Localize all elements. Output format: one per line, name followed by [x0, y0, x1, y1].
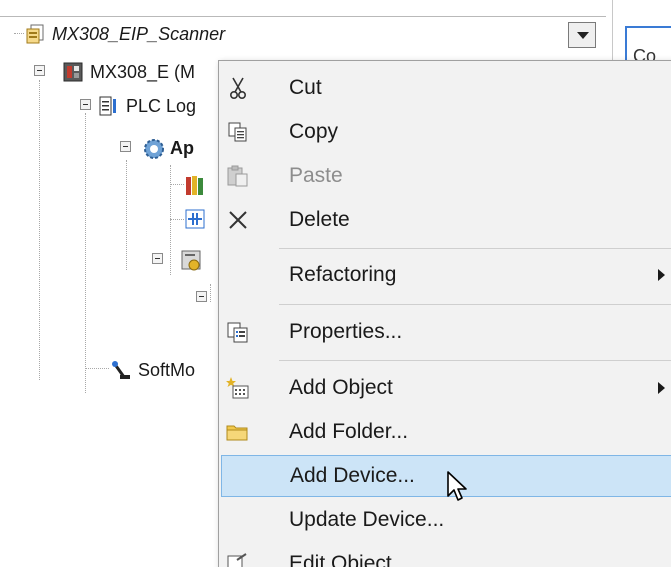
tree-node-softmotion[interactable]: SoftMo [110, 354, 195, 386]
menu-separator [279, 360, 671, 361]
menu-item-label: Update Device... [289, 508, 445, 531]
softmotion-icon [110, 359, 132, 381]
tree-connector [170, 184, 184, 185]
collapse-toggle[interactable] [152, 253, 163, 264]
plc-device-icon [62, 61, 84, 83]
tree-connector [126, 160, 127, 270]
tree-connector [85, 113, 86, 393]
folder-icon [225, 420, 251, 444]
tree-node-io-mapping[interactable] [180, 244, 208, 276]
menu-item-label: Add Folder... [289, 420, 409, 443]
scissors-icon [225, 76, 251, 100]
menu-item-label: Properties... [289, 320, 403, 343]
menu-item-paste[interactable]: Paste [221, 155, 671, 197]
tree-node-mx308-e[interactable]: MX308_E (M [62, 56, 195, 88]
menu-item-label: Paste [289, 164, 343, 187]
menu-item-refactoring[interactable]: Refactoring [221, 254, 671, 296]
tree-node-eip-scanner[interactable]: MX308_EIP_Scanner [24, 18, 225, 50]
task-config-icon [184, 208, 206, 230]
menu-item-properties[interactable]: Properties... [221, 311, 671, 353]
menu-item-cut[interactable]: Cut [221, 67, 671, 109]
library-books-icon [184, 173, 206, 195]
menu-item-label: Add Device... [290, 464, 415, 487]
collapse-toggle[interactable] [196, 291, 207, 302]
collapse-toggle[interactable] [80, 99, 91, 110]
menu-item-label: Refactoring [289, 263, 397, 286]
tree-connector [85, 368, 109, 369]
menu-item-add-object[interactable]: Add Object [221, 367, 671, 409]
menu-item-label: Delete [289, 208, 350, 231]
tree-node-label: MX308_EIP_Scanner [52, 23, 226, 44]
menu-item-label: Edit Object [289, 552, 392, 567]
menu-item-delete[interactable]: Delete [221, 199, 671, 241]
ide-window: MX308_EIP_Scanner MX308_E (M PLC Log Ap … [0, 0, 671, 567]
menu-separator [279, 304, 671, 305]
menu-item-edit-object[interactable]: Edit Object [221, 543, 671, 567]
menu-item-add-folder[interactable]: Add Folder... [221, 411, 671, 453]
tree-node-application[interactable]: Ap [142, 132, 194, 164]
tree-node-label: SoftMo [138, 359, 196, 380]
add-object-icon [225, 376, 251, 400]
tree-connector [14, 33, 24, 34]
tree-node-label: PLC Log [126, 95, 197, 116]
edit-object-icon [225, 552, 251, 567]
menu-item-label: Copy [289, 120, 339, 143]
paste-icon [225, 164, 251, 188]
application-gear-icon [142, 137, 164, 159]
tree-node-label: Ap [170, 137, 194, 158]
tree-node-plc-logic[interactable]: PLC Log [98, 90, 196, 122]
tree-node-task-config[interactable] [184, 203, 212, 235]
device-copy-icon [24, 23, 46, 45]
context-menu: Cut Copy Paste Delete Refactoring Proper… [218, 60, 671, 567]
properties-icon [225, 320, 251, 344]
collapse-toggle[interactable] [34, 65, 45, 76]
tree-node-label: MX308_E (M [90, 61, 196, 82]
tree-connector [170, 165, 171, 275]
menu-item-label: Cut [289, 76, 322, 99]
io-mapping-icon [180, 249, 202, 271]
plc-logic-icon [98, 95, 120, 117]
menu-separator [279, 248, 671, 249]
delete-x-icon [225, 208, 251, 232]
tree-connector [210, 284, 211, 302]
copy-icon [225, 120, 251, 144]
tree-connector [39, 80, 40, 380]
tree-connector [170, 219, 184, 220]
menu-item-label: Add Object [289, 376, 393, 399]
mouse-pointer-icon [446, 470, 472, 506]
submenu-arrow-icon [658, 382, 665, 394]
tree-node-library-manager[interactable] [184, 168, 212, 200]
submenu-arrow-icon [658, 269, 665, 281]
menu-item-copy[interactable]: Copy [221, 111, 671, 153]
collapse-toggle[interactable] [120, 141, 131, 152]
tree-dropdown-button[interactable] [568, 22, 596, 48]
